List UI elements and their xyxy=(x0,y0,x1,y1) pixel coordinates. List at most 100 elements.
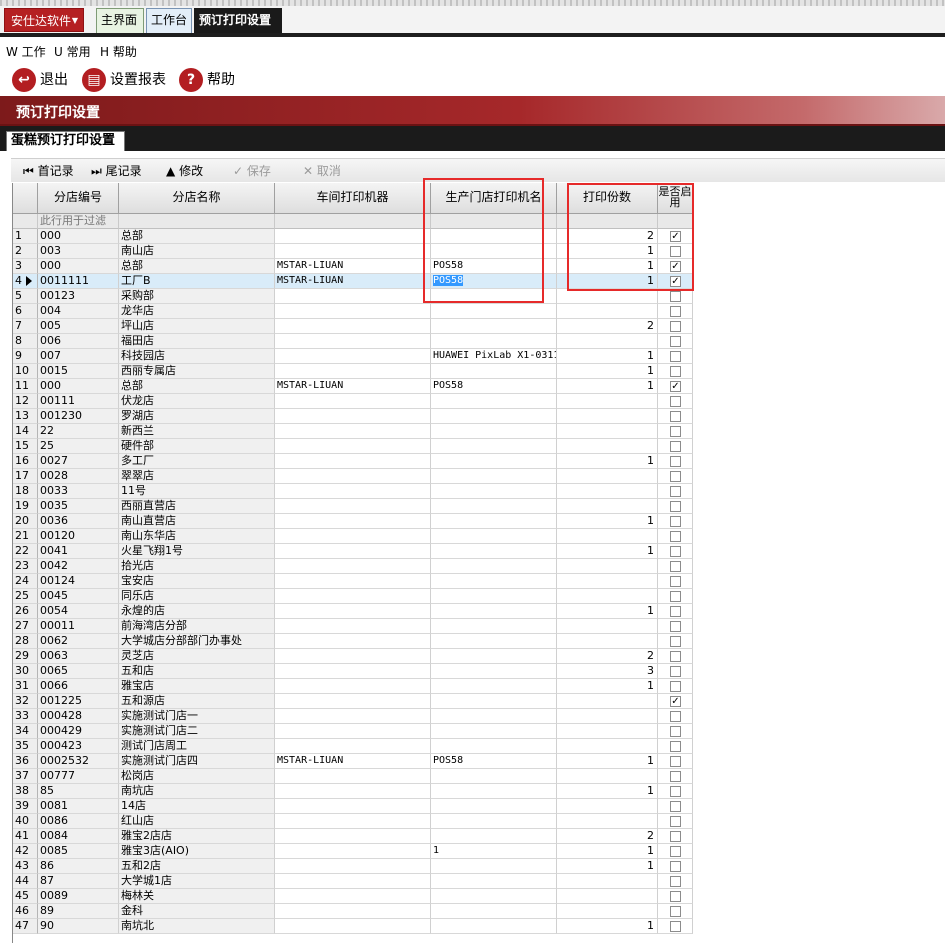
cell-workshop-printer[interactable] xyxy=(275,499,431,514)
cell-store-printer[interactable] xyxy=(431,664,557,679)
cell-workshop-printer[interactable] xyxy=(275,364,431,379)
cell-copies[interactable]: 1 xyxy=(557,784,658,799)
table-row[interactable]: 12 00111 伏龙店 xyxy=(13,394,693,409)
cell-name[interactable]: 14店 xyxy=(119,799,275,814)
cell-copies[interactable] xyxy=(557,289,658,304)
cell-name[interactable]: 11号 xyxy=(119,484,275,499)
cell-copies[interactable] xyxy=(557,619,658,634)
cell-enabled[interactable] xyxy=(658,424,693,439)
cell-code[interactable]: 0063 xyxy=(38,649,119,664)
cell-store-printer[interactable] xyxy=(431,424,557,439)
cell-name[interactable]: 测试门店周工 xyxy=(119,739,275,754)
exit-button[interactable]: ↩ 退出 xyxy=(12,68,72,92)
cell-copies[interactable]: 1 xyxy=(557,604,658,619)
cell-code[interactable]: 006 xyxy=(38,334,119,349)
enabled-checkbox[interactable] xyxy=(670,336,681,347)
cell-enabled[interactable] xyxy=(658,439,693,454)
cell-workshop-printer[interactable] xyxy=(275,304,431,319)
cell-enabled[interactable] xyxy=(658,829,693,844)
save-button[interactable]: ✓ 保存 xyxy=(233,162,271,180)
enabled-checkbox[interactable] xyxy=(670,846,681,857)
cell-workshop-printer[interactable]: MSTAR-LIUAN xyxy=(275,379,431,394)
cell-name[interactable]: 罗湖店 xyxy=(119,409,275,424)
cell-store-printer[interactable] xyxy=(431,364,557,379)
cell-workshop-printer[interactable] xyxy=(275,679,431,694)
cell-name[interactable]: 新西兰 xyxy=(119,424,275,439)
enabled-checkbox[interactable] xyxy=(670,876,681,887)
cell-store-printer[interactable] xyxy=(431,589,557,604)
cell-workshop-printer[interactable] xyxy=(275,244,431,259)
enabled-checkbox[interactable] xyxy=(670,711,681,722)
cell-copies[interactable] xyxy=(557,634,658,649)
table-row[interactable]: 45 0089 梅林关 xyxy=(13,889,693,904)
cell-code[interactable]: 00777 xyxy=(38,769,119,784)
cell-code[interactable]: 0015 xyxy=(38,364,119,379)
cell-copies[interactable] xyxy=(557,739,658,754)
enabled-checkbox[interactable] xyxy=(670,786,681,797)
cell-name[interactable]: 实施测试门店二 xyxy=(119,724,275,739)
cell-enabled[interactable]: ✓ xyxy=(658,229,693,244)
cell-code[interactable]: 0062 xyxy=(38,634,119,649)
table-row[interactable]: 11 000 总部 MSTAR-LIUAN POS58 1 ✓ xyxy=(13,379,693,394)
table-row[interactable]: 15 25 硬件部 xyxy=(13,439,693,454)
cell-enabled[interactable] xyxy=(658,844,693,859)
brand-menu-button[interactable]: 安仕达软件 ▼ xyxy=(4,8,84,32)
cell-copies[interactable]: 2 xyxy=(557,319,658,334)
cell-enabled[interactable] xyxy=(658,739,693,754)
filter-store[interactable] xyxy=(431,214,557,229)
cell-store-printer[interactable]: HUAWEI PixLab X1-0311 xyxy=(431,349,557,364)
cell-name[interactable]: 南坑北 xyxy=(119,919,275,934)
cancel-button[interactable]: ✕ 取消 xyxy=(303,162,341,180)
enabled-checkbox[interactable] xyxy=(670,861,681,872)
cell-workshop-printer[interactable] xyxy=(275,724,431,739)
cell-enabled[interactable] xyxy=(658,469,693,484)
column-header-store-printer[interactable]: 生产门店打印机名 xyxy=(431,183,557,214)
cell-name[interactable]: 实施测试门店四 xyxy=(119,754,275,769)
table-row[interactable]: 20 0036 南山直营店 1 xyxy=(13,514,693,529)
cell-name[interactable]: 雅宝店 xyxy=(119,679,275,694)
filter-row[interactable]: 此行用于过滤 xyxy=(13,214,693,229)
cell-store-printer[interactable] xyxy=(431,394,557,409)
enabled-checkbox[interactable] xyxy=(670,516,681,527)
edit-button[interactable]: ▲ 修改 xyxy=(166,162,203,180)
table-row[interactable]: 38 85 南坑店 1 xyxy=(13,784,693,799)
cell-store-printer[interactable] xyxy=(431,919,557,934)
enabled-checkbox[interactable]: ✓ xyxy=(670,381,681,392)
cell-enabled[interactable] xyxy=(658,349,693,364)
column-header-workshop-printer[interactable]: 车间打印机器 xyxy=(275,183,431,214)
column-header-copies[interactable]: 打印份数 xyxy=(557,183,658,214)
cell-copies[interactable]: 1 xyxy=(557,754,658,769)
table-row[interactable]: 6 004 龙华店 xyxy=(13,304,693,319)
cell-copies[interactable] xyxy=(557,424,658,439)
table-row[interactable]: 7 005 坪山店 2 xyxy=(13,319,693,334)
cell-store-printer[interactable] xyxy=(431,439,557,454)
cell-name[interactable]: 红山店 xyxy=(119,814,275,829)
column-header-enabled[interactable]: 是否启用 xyxy=(658,183,693,214)
cell-name[interactable]: 坪山店 xyxy=(119,319,275,334)
cell-copies[interactable]: 1 xyxy=(557,544,658,559)
cell-copies[interactable]: 1 xyxy=(557,259,658,274)
cell-workshop-printer[interactable] xyxy=(275,619,431,634)
cell-copies[interactable] xyxy=(557,559,658,574)
cell-copies[interactable]: 3 xyxy=(557,664,658,679)
cell-name[interactable]: 松岗店 xyxy=(119,769,275,784)
cell-name[interactable]: 西丽直营店 xyxy=(119,499,275,514)
enabled-checkbox[interactable] xyxy=(670,576,681,587)
cell-copies[interactable] xyxy=(557,709,658,724)
cell-code[interactable]: 00120 xyxy=(38,529,119,544)
cell-name[interactable]: 梅林关 xyxy=(119,889,275,904)
enabled-checkbox[interactable] xyxy=(670,486,681,497)
cell-store-printer[interactable] xyxy=(431,874,557,889)
table-row[interactable]: 18 0033 11号 xyxy=(13,484,693,499)
cell-workshop-printer[interactable] xyxy=(275,544,431,559)
cell-code[interactable]: 00124 xyxy=(38,574,119,589)
enabled-checkbox[interactable] xyxy=(670,666,681,677)
cell-store-printer[interactable] xyxy=(431,904,557,919)
cell-code[interactable]: 000429 xyxy=(38,724,119,739)
cell-store-printer[interactable] xyxy=(431,319,557,334)
cell-store-printer[interactable] xyxy=(431,499,557,514)
table-row[interactable]: 1 000 总部 2 ✓ xyxy=(13,229,693,244)
enabled-checkbox[interactable]: ✓ xyxy=(670,696,681,707)
filter-copies[interactable] xyxy=(557,214,658,229)
enabled-checkbox[interactable] xyxy=(670,471,681,482)
